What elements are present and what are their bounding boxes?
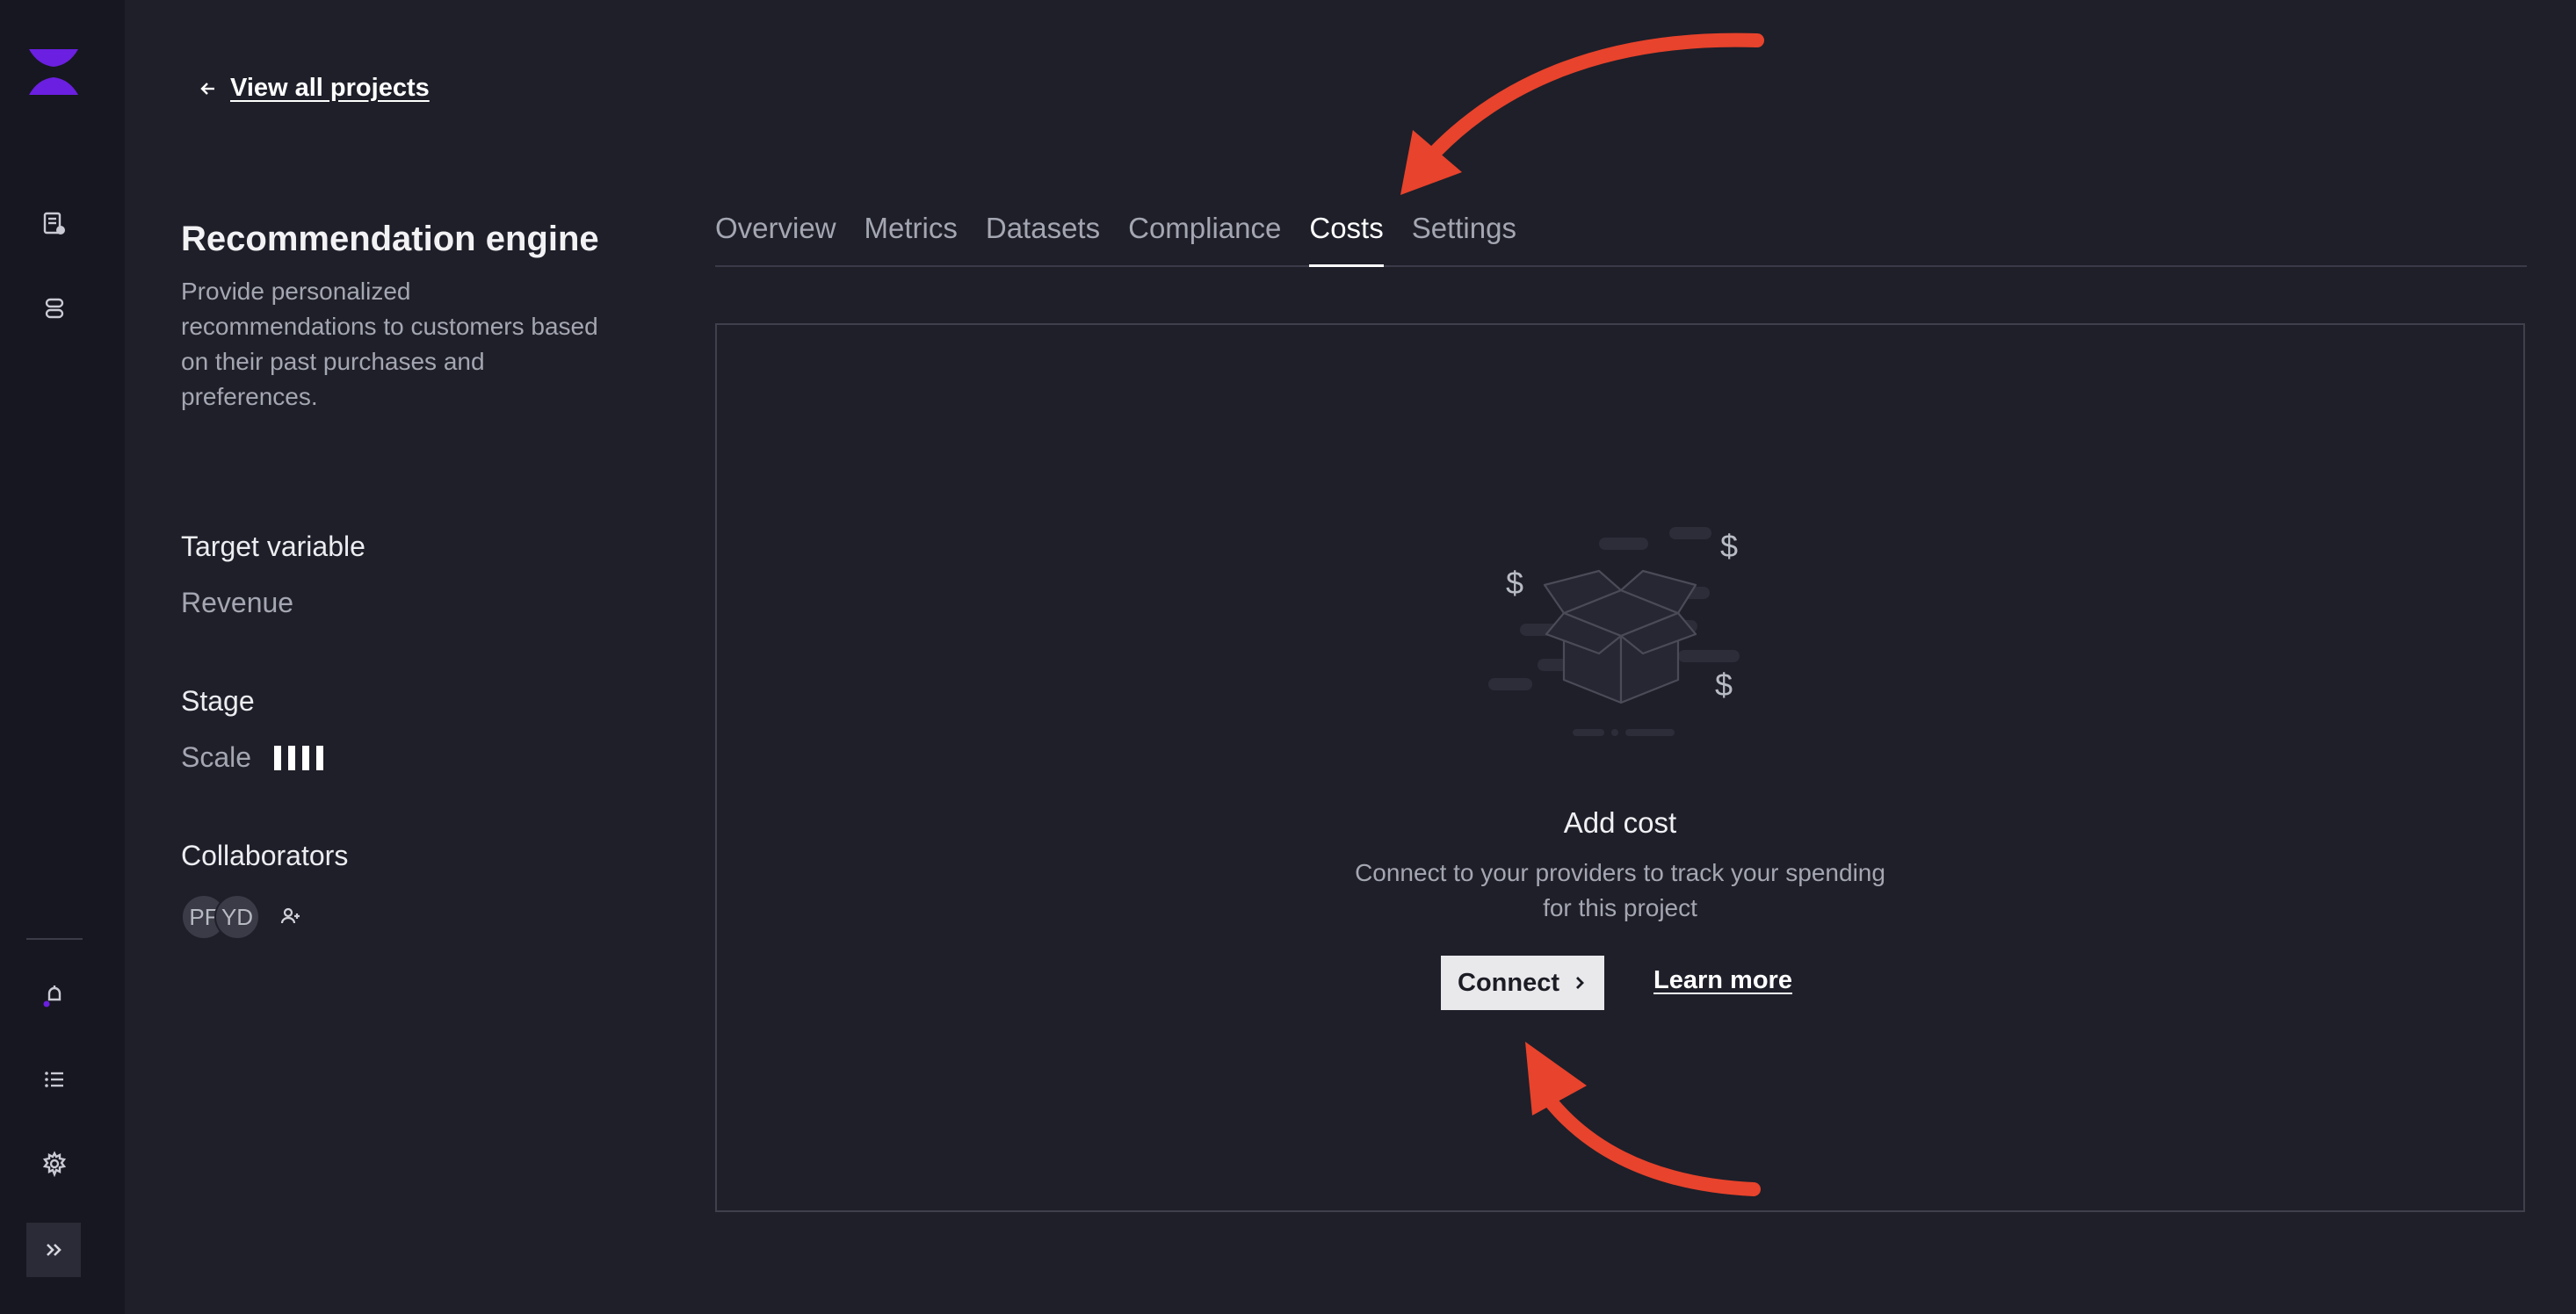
tab-overview[interactable]: Overview (715, 204, 836, 265)
stage-bar (316, 745, 324, 770)
dollar-sign: $ (1506, 565, 1523, 601)
add-collaborator-icon[interactable] (272, 899, 309, 935)
project-title: Recommendation engine (181, 220, 599, 258)
empty-state-description: Connect to your providers to track your … (1355, 859, 1885, 921)
stage-bar (274, 745, 282, 770)
project-description: Provide personalized recommendations to … (181, 278, 598, 410)
logo-icon[interactable] (27, 47, 80, 97)
connect-button[interactable]: Connect (1441, 956, 1604, 1010)
projects-icon[interactable] (36, 206, 73, 242)
dollar-sign: $ (1720, 528, 1738, 564)
tab-datasets[interactable]: Datasets (986, 204, 1100, 265)
learn-more-link[interactable]: Learn more (1653, 966, 1792, 995)
stage-row: Scale (181, 741, 324, 774)
list-icon[interactable] (36, 1061, 73, 1098)
collaborators-label: Collaborators (181, 840, 349, 871)
tab-metrics[interactable]: Metrics (865, 204, 958, 265)
target-variable-label: Target variable (181, 531, 365, 562)
stage-label: Stage (181, 685, 255, 717)
project-tabs: Overview Metrics Datasets Compliance Cos… (715, 204, 2527, 267)
arrow-left-icon (200, 82, 214, 95)
tab-compliance[interactable]: Compliance (1128, 204, 1281, 265)
back-link-label[interactable]: View all projects (230, 74, 430, 103)
stage-bar (302, 745, 310, 770)
expand-icon[interactable] (26, 1223, 81, 1277)
tab-costs[interactable]: Costs (1309, 204, 1385, 267)
chevron-right-icon (1576, 977, 1584, 989)
tab-settings[interactable]: Settings (1412, 204, 1516, 265)
empty-box-icon: $ $ $ (1488, 527, 1740, 736)
rail-divider (26, 938, 83, 940)
stage-value: Scale (181, 741, 252, 773)
back-link[interactable]: View all projects (199, 74, 430, 103)
connect-button-label: Connect (1458, 968, 1559, 997)
stage-bar (288, 745, 296, 770)
target-variable-value: Revenue (181, 587, 294, 618)
costs-panel (715, 323, 2525, 1212)
notifications-icon[interactable] (36, 977, 73, 1014)
project-info: Recommendation engine Provide personaliz… (181, 214, 611, 415)
empty-state-title: Add cost (1563, 806, 1677, 839)
stage-level-indicator (274, 745, 324, 770)
settings-icon[interactable] (36, 1145, 73, 1182)
datasets-icon[interactable] (36, 290, 73, 327)
dollar-sign: $ (1715, 667, 1733, 703)
side-rail (0, 0, 125, 1314)
annotation-arrow-top (1400, 32, 1764, 195)
avatar[interactable]: YD (214, 894, 260, 940)
collaborators-list: PF YD (181, 894, 309, 940)
